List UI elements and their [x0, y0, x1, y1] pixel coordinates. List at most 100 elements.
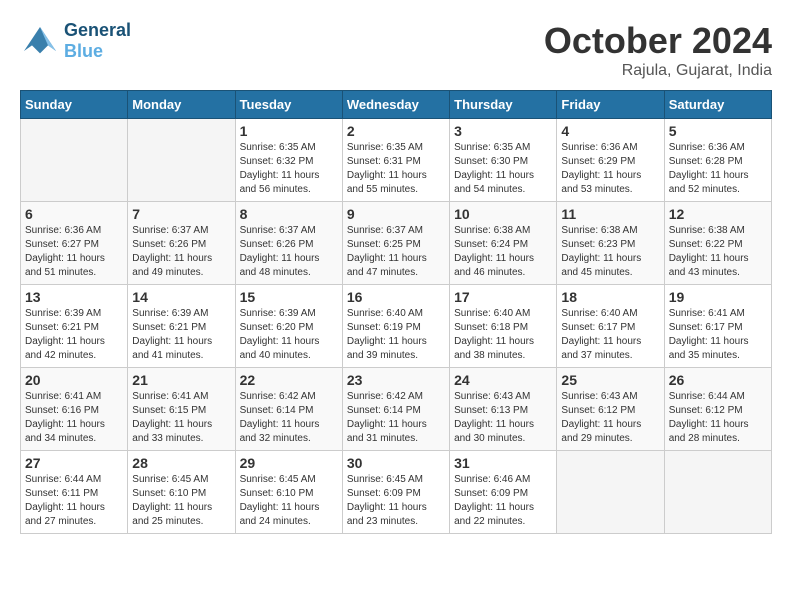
calendar-cell: 25 Sunrise: 6:43 AM Sunset: 6:12 PM Dayli… [557, 368, 664, 451]
day-info: Sunrise: 6:40 AM Sunset: 6:17 PM Dayligh… [561, 307, 659, 363]
day-number: 29 [240, 455, 338, 471]
day-number: 1 [240, 123, 338, 139]
day-number: 14 [132, 289, 230, 305]
day-number: 6 [25, 206, 123, 222]
weekday-header: Wednesday [342, 91, 449, 119]
calendar-cell: 8 Sunrise: 6:37 AM Sunset: 6:26 PM Daylig… [235, 202, 342, 285]
calendar-cell: 16Sunrise: 6:40 AM Sunset: 6:19 PM Dayli… [342, 285, 449, 368]
day-info: Sunrise: 6:46 AM Sunset: 6:09 PM Dayligh… [454, 473, 552, 529]
day-number: 4 [561, 123, 659, 139]
day-number: 12 [669, 206, 767, 222]
title-section: October 2024 Rajula, Gujarat, India [544, 20, 772, 80]
calendar-cell: 18Sunrise: 6:40 AM Sunset: 6:17 PM Dayli… [557, 285, 664, 368]
day-number: 9 [347, 206, 445, 222]
day-number: 25 [561, 372, 659, 388]
calendar-cell [557, 451, 664, 534]
calendar-cell [128, 119, 235, 202]
day-info: Sunrise: 6:36 AM Sunset: 6:29 PM Dayligh… [561, 141, 659, 197]
calendar-cell: 29Sunrise: 6:45 AM Sunset: 6:10 PM Dayli… [235, 451, 342, 534]
logo-text: General Blue [64, 20, 131, 62]
calendar-cell: 13 Sunrise: 6:39 AM Sunset: 6:21 PM Dayli… [21, 285, 128, 368]
day-number: 2 [347, 123, 445, 139]
calendar-cell: 27 Sunrise: 6:44 AM Sunset: 6:11 PM Dayli… [21, 451, 128, 534]
calendar-week-row: 6 Sunrise: 6:36 AM Sunset: 6:27 PM Daylig… [21, 202, 772, 285]
calendar-cell: 14 Sunrise: 6:39 AM Sunset: 6:21 PM Dayli… [128, 285, 235, 368]
day-number: 24 [454, 372, 552, 388]
day-number: 10 [454, 206, 552, 222]
day-info: Sunrise: 6:37 AM Sunset: 6:26 PM Dayligh… [132, 224, 230, 280]
day-number: 30 [347, 455, 445, 471]
calendar-cell: 24 Sunrise: 6:43 AM Sunset: 6:13 PM Dayli… [450, 368, 557, 451]
day-number: 22 [240, 372, 338, 388]
calendar-week-row: 20 Sunrise: 6:41 AM Sunset: 6:16 PM Dayli… [21, 368, 772, 451]
day-info: Sunrise: 6:39 AM Sunset: 6:21 PM Dayligh… [25, 307, 123, 363]
calendar-cell: 6 Sunrise: 6:36 AM Sunset: 6:27 PM Daylig… [21, 202, 128, 285]
day-number: 26 [669, 372, 767, 388]
day-info: Sunrise: 6:41 AM Sunset: 6:17 PM Dayligh… [669, 307, 767, 363]
calendar-cell: 11 Sunrise: 6:38 AM Sunset: 6:23 PM Dayli… [557, 202, 664, 285]
logo-blue: Blue [64, 41, 103, 61]
day-info: Sunrise: 6:44 AM Sunset: 6:11 PM Dayligh… [25, 473, 123, 529]
calendar-week-row: 27 Sunrise: 6:44 AM Sunset: 6:11 PM Dayli… [21, 451, 772, 534]
day-number: 15 [240, 289, 338, 305]
logo-icon [20, 21, 60, 61]
day-info: Sunrise: 6:39 AM Sunset: 6:21 PM Dayligh… [132, 307, 230, 363]
day-info: Sunrise: 6:37 AM Sunset: 6:26 PM Dayligh… [240, 224, 338, 280]
day-number: 11 [561, 206, 659, 222]
location: Rajula, Gujarat, India [544, 62, 772, 80]
day-info: Sunrise: 6:35 AM Sunset: 6:30 PM Dayligh… [454, 141, 552, 197]
calendar-cell: 17Sunrise: 6:40 AM Sunset: 6:18 PM Dayli… [450, 285, 557, 368]
calendar-cell: 26 Sunrise: 6:44 AM Sunset: 6:12 PM Dayli… [664, 368, 771, 451]
day-number: 5 [669, 123, 767, 139]
calendar-cell: 20 Sunrise: 6:41 AM Sunset: 6:16 PM Dayli… [21, 368, 128, 451]
day-info: Sunrise: 6:37 AM Sunset: 6:25 PM Dayligh… [347, 224, 445, 280]
calendar-cell: 2Sunrise: 6:35 AM Sunset: 6:31 PM Daylig… [342, 119, 449, 202]
day-info: Sunrise: 6:42 AM Sunset: 6:14 PM Dayligh… [347, 390, 445, 446]
month-title: October 2024 [544, 20, 772, 62]
calendar-cell: 3 Sunrise: 6:35 AM Sunset: 6:30 PM Daylig… [450, 119, 557, 202]
calendar-cell: 9 Sunrise: 6:37 AM Sunset: 6:25 PM Daylig… [342, 202, 449, 285]
day-info: Sunrise: 6:44 AM Sunset: 6:12 PM Dayligh… [669, 390, 767, 446]
page-header: General Blue October 2024 Rajula, Gujara… [20, 20, 772, 80]
calendar-table: SundayMondayTuesdayWednesdayThursdayFrid… [20, 90, 772, 534]
day-number: 17 [454, 289, 552, 305]
day-info: Sunrise: 6:39 AM Sunset: 6:20 PM Dayligh… [240, 307, 338, 363]
day-info: Sunrise: 6:41 AM Sunset: 6:15 PM Dayligh… [132, 390, 230, 446]
day-info: Sunrise: 6:35 AM Sunset: 6:32 PM Dayligh… [240, 141, 338, 197]
day-number: 13 [25, 289, 123, 305]
day-number: 28 [132, 455, 230, 471]
calendar-cell: 23 Sunrise: 6:42 AM Sunset: 6:14 PM Dayli… [342, 368, 449, 451]
day-info: Sunrise: 6:45 AM Sunset: 6:09 PM Dayligh… [347, 473, 445, 529]
weekday-header: Monday [128, 91, 235, 119]
calendar-cell: 1 Sunrise: 6:35 AM Sunset: 6:32 PM Daylig… [235, 119, 342, 202]
day-number: 7 [132, 206, 230, 222]
day-info: Sunrise: 6:36 AM Sunset: 6:27 PM Dayligh… [25, 224, 123, 280]
day-number: 23 [347, 372, 445, 388]
day-info: Sunrise: 6:43 AM Sunset: 6:13 PM Dayligh… [454, 390, 552, 446]
day-info: Sunrise: 6:41 AM Sunset: 6:16 PM Dayligh… [25, 390, 123, 446]
weekday-header: Thursday [450, 91, 557, 119]
day-info: Sunrise: 6:43 AM Sunset: 6:12 PM Dayligh… [561, 390, 659, 446]
day-number: 20 [25, 372, 123, 388]
day-info: Sunrise: 6:42 AM Sunset: 6:14 PM Dayligh… [240, 390, 338, 446]
day-info: Sunrise: 6:36 AM Sunset: 6:28 PM Dayligh… [669, 141, 767, 197]
day-number: 27 [25, 455, 123, 471]
calendar-cell: 31Sunrise: 6:46 AM Sunset: 6:09 PM Dayli… [450, 451, 557, 534]
day-info: Sunrise: 6:40 AM Sunset: 6:19 PM Dayligh… [347, 307, 445, 363]
calendar-cell: 12Sunrise: 6:38 AM Sunset: 6:22 PM Dayli… [664, 202, 771, 285]
calendar-cell: 19Sunrise: 6:41 AM Sunset: 6:17 PM Dayli… [664, 285, 771, 368]
logo-general: General [64, 20, 131, 40]
calendar-cell: 5 Sunrise: 6:36 AM Sunset: 6:28 PM Daylig… [664, 119, 771, 202]
calendar-cell: 15 Sunrise: 6:39 AM Sunset: 6:20 PM Dayli… [235, 285, 342, 368]
calendar-cell [664, 451, 771, 534]
calendar-cell: 30 Sunrise: 6:45 AM Sunset: 6:09 PM Dayli… [342, 451, 449, 534]
day-info: Sunrise: 6:38 AM Sunset: 6:23 PM Dayligh… [561, 224, 659, 280]
calendar-week-row: 13 Sunrise: 6:39 AM Sunset: 6:21 PM Dayli… [21, 285, 772, 368]
calendar-cell: 22 Sunrise: 6:42 AM Sunset: 6:14 PM Dayli… [235, 368, 342, 451]
calendar-cell: 7 Sunrise: 6:37 AM Sunset: 6:26 PM Daylig… [128, 202, 235, 285]
day-info: Sunrise: 6:45 AM Sunset: 6:10 PM Dayligh… [132, 473, 230, 529]
calendar-cell: 4 Sunrise: 6:36 AM Sunset: 6:29 PM Daylig… [557, 119, 664, 202]
day-number: 3 [454, 123, 552, 139]
day-number: 8 [240, 206, 338, 222]
calendar-cell: 21Sunrise: 6:41 AM Sunset: 6:15 PM Dayli… [128, 368, 235, 451]
